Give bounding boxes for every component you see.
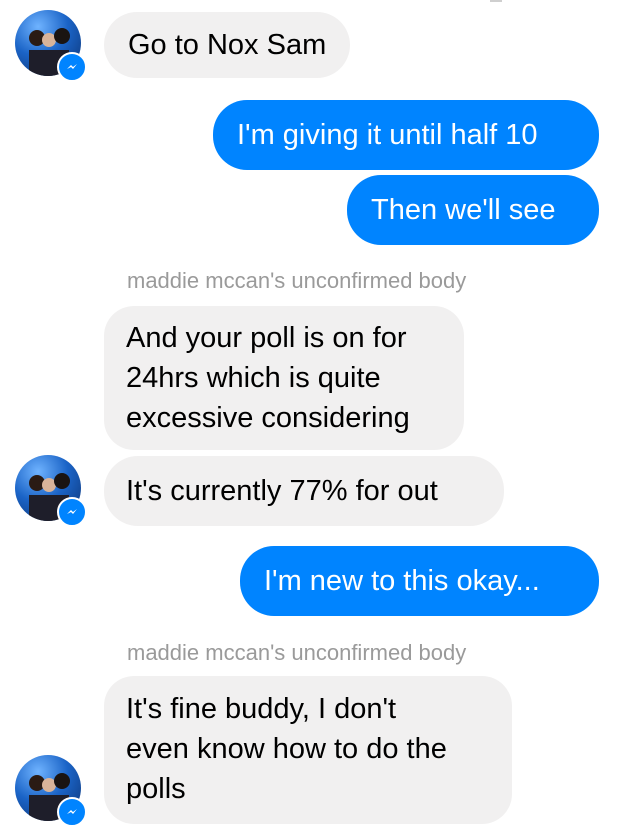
messenger-badge-icon: [57, 797, 87, 827]
message-text-line: 24hrs which is quite: [126, 362, 381, 394]
message-text-line: It's fine buddy, I don't: [126, 693, 397, 725]
sender-name-label: maddie mccan's unconfirmed body: [127, 640, 467, 665]
message-bubble-outgoing[interactable]: Then we'll see: [347, 175, 599, 245]
message-text: Then we'll see: [371, 194, 556, 226]
message-text: It's currently 77% for out: [126, 475, 438, 507]
message-text: Go to Nox Sam: [128, 29, 327, 61]
message-bubble-incoming[interactable]: Go to Nox Sam: [104, 12, 351, 78]
avatar[interactable]: [15, 755, 87, 827]
message-bubble-incoming[interactable]: And your poll is on for 24hrs which is q…: [104, 306, 464, 450]
messenger-badge-icon: [57, 52, 87, 82]
message-bubble-incoming[interactable]: It's fine buddy, I don't even know how t…: [104, 676, 512, 824]
message-bubble-outgoing[interactable]: I'm new to this okay...: [240, 546, 599, 616]
message-text: I'm new to this okay...: [264, 565, 540, 597]
message-text-line: even know how to do the: [126, 733, 447, 765]
message-text-line: polls: [126, 773, 186, 805]
message-text-line: And your poll is on for: [126, 322, 407, 354]
sender-name-label: maddie mccan's unconfirmed body: [127, 268, 467, 293]
message-text-line: excessive considering: [126, 402, 410, 434]
avatar[interactable]: [15, 10, 87, 82]
message-bubble-outgoing[interactable]: I'm giving it until half 10: [213, 100, 599, 170]
avatar[interactable]: [15, 455, 87, 527]
messenger-badge-icon: [57, 497, 87, 527]
message-text: I'm giving it until half 10: [237, 119, 538, 151]
message-bubble-incoming[interactable]: It's currently 77% for out: [104, 456, 504, 526]
scroll-indicator: [490, 0, 502, 2]
